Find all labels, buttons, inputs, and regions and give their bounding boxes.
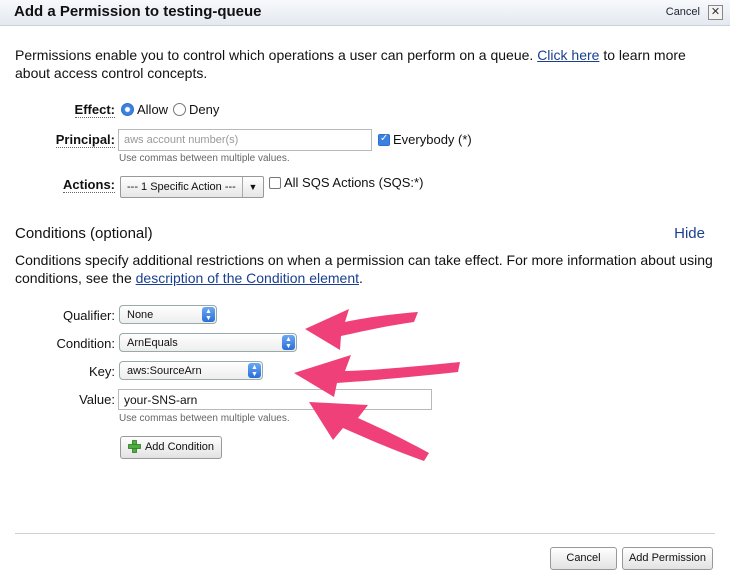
add-condition-label: Add Condition — [144, 441, 215, 453]
cancel-button[interactable]: Cancel — [550, 547, 617, 570]
actions-label: Actions: — [63, 177, 115, 193]
key-select[interactable]: aws:SourceArn ▲ ▼ — [119, 361, 263, 380]
footer-divider — [15, 533, 715, 534]
allow-radio-label[interactable]: Allow — [137, 102, 168, 117]
all-actions-label: All SQS Actions (SQS:*) — [284, 175, 424, 190]
key-label: Key: — [88, 364, 115, 379]
condition-select[interactable]: ArnEquals ▲ ▼ — [119, 333, 297, 352]
effect-label: Effect: — [74, 102, 115, 118]
value-hint: Use commas between multiple values. — [119, 413, 290, 424]
actions-select-value: --- 1 Specific Action --- — [127, 181, 236, 193]
condition-element-link[interactable]: description of the Condition element — [136, 270, 359, 286]
allow-radio[interactable] — [121, 103, 134, 116]
all-actions-checkbox[interactable] — [269, 177, 281, 189]
principal-hint: Use commas between multiple values. — [119, 153, 290, 164]
cancel-link[interactable]: Cancel — [666, 6, 700, 18]
add-permission-button[interactable]: Add Permission — [622, 547, 713, 570]
plus-icon — [128, 439, 141, 453]
condition-select-value: ArnEquals — [127, 337, 178, 349]
everybody-label: Everybody (*) — [393, 132, 472, 147]
dialog-titlebar: Add a Permission to testing-queue Cancel… — [0, 0, 730, 26]
chevron-down-icon: ▼ — [242, 177, 263, 197]
qualifier-select-value: None — [127, 309, 154, 321]
conditions-description: Conditions specify additional restrictio… — [15, 252, 713, 286]
everybody-checkbox[interactable] — [378, 133, 390, 146]
value-input[interactable] — [118, 389, 432, 410]
stepper-arrows-icon: ▲ ▼ — [202, 307, 215, 322]
principal-label: Principal: — [55, 132, 115, 148]
deny-radio-label[interactable]: Deny — [189, 102, 219, 117]
learn-more-link[interactable]: Click here — [537, 47, 599, 63]
stepper-arrows-icon: ▲ ▼ — [282, 335, 295, 350]
stepper-arrows-icon: ▲ ▼ — [248, 363, 261, 378]
arrow-to-condition — [305, 309, 418, 350]
close-icon[interactable]: ✕ — [708, 5, 723, 20]
arrow-to-value — [309, 402, 429, 461]
principal-input[interactable] — [118, 129, 372, 151]
hide-link[interactable]: Hide — [674, 225, 705, 242]
intro-text: Permissions enable you to control which … — [15, 47, 686, 81]
conditions-title: Conditions (optional) — [15, 225, 153, 242]
deny-radio[interactable] — [173, 103, 186, 116]
key-select-value: aws:SourceArn — [127, 365, 202, 377]
condition-label: Condition: — [56, 336, 115, 351]
qualifier-label: Qualifier: — [62, 308, 115, 323]
dialog-title: Add a Permission to testing-queue — [14, 3, 262, 20]
value-label: Value: — [79, 392, 115, 407]
qualifier-select[interactable]: None ▲ ▼ — [119, 305, 217, 324]
annotation-arrows — [294, 309, 460, 461]
actions-select[interactable]: --- 1 Specific Action --- ▼ — [120, 176, 264, 198]
add-condition-button[interactable]: Add Condition — [120, 436, 222, 459]
